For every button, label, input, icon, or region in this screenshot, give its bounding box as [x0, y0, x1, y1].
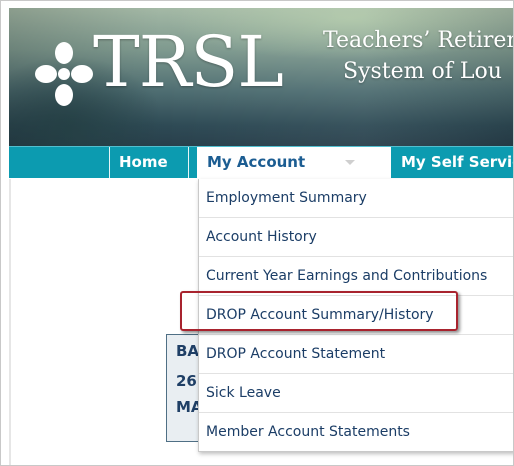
menu-item-account-history[interactable]: Account History — [199, 218, 513, 257]
menu-item-drop-account-summary-history[interactable]: DROP Account Summary/History — [199, 296, 513, 335]
menu-item-drop-account-statement[interactable]: DROP Account Statement — [199, 335, 513, 374]
logo-wordmark[interactable]: TRSL — [93, 27, 284, 97]
nav-separator — [109, 147, 110, 178]
nav-home[interactable]: Home — [119, 147, 168, 178]
panel-line-2: 26 — [176, 372, 197, 390]
main-nav: Home My Account My Self Servic — [9, 146, 513, 179]
menu-item-sick-leave[interactable]: Sick Leave — [199, 374, 513, 413]
nav-my-account-label: My Account — [207, 153, 306, 171]
menu-item-employment-summary[interactable]: Employment Summary — [199, 179, 513, 218]
left-border-strip — [9, 179, 11, 465]
panel-line-1: BA — [176, 342, 200, 360]
trsl-logo-icon — [35, 42, 93, 106]
my-account-dropdown-menu: Employment Summary Account History Curre… — [198, 179, 513, 452]
nav-my-account[interactable]: My Account — [197, 147, 391, 179]
chevron-down-icon — [345, 160, 355, 165]
nav-separator — [188, 147, 189, 178]
page-frame: TRSL Teachers’ Retirem System of Lou Hom… — [0, 0, 514, 466]
org-name-line1: Teachers’ Retirem — [323, 28, 514, 53]
org-name-line2: System of Lou — [343, 59, 502, 84]
nav-my-self-service[interactable]: My Self Servic — [401, 147, 513, 178]
menu-item-current-year-earnings[interactable]: Current Year Earnings and Contributions — [199, 257, 513, 296]
menu-item-member-account-statements[interactable]: Member Account Statements — [199, 413, 513, 452]
